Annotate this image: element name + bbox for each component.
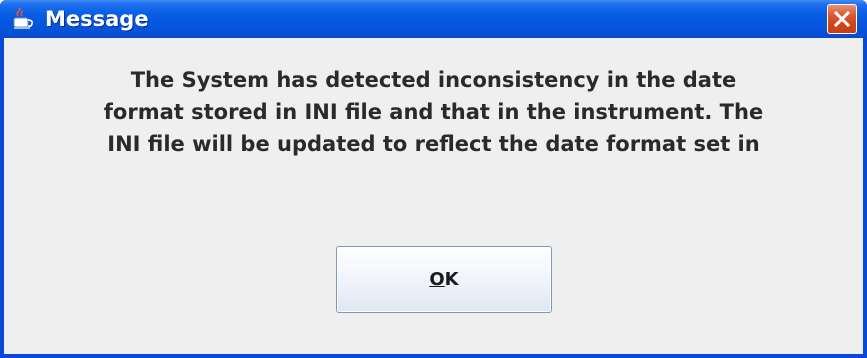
ok-label-rest: K — [444, 269, 459, 290]
message-dialog: Message The System has detected inconsis… — [0, 0, 867, 358]
java-cup-icon — [13, 7, 35, 30]
message-line: INI file will be updated to reflect the … — [107, 132, 760, 156]
message-line: The System has detected inconsistency in… — [130, 68, 737, 92]
ok-button[interactable]: OK — [336, 246, 552, 313]
ok-button-label: OK — [337, 247, 551, 312]
title-bar[interactable]: Message — [0, 0, 867, 38]
dialog-content: The System has detected inconsistency in… — [4, 38, 863, 354]
ok-mnemonic: O — [429, 269, 445, 290]
message-text: The System has detected inconsistency in… — [4, 64, 863, 160]
close-icon — [833, 10, 851, 28]
dialog-title: Message — [45, 7, 149, 31]
message-line: format stored in INI file and that in th… — [103, 100, 764, 124]
close-button[interactable] — [827, 4, 857, 34]
